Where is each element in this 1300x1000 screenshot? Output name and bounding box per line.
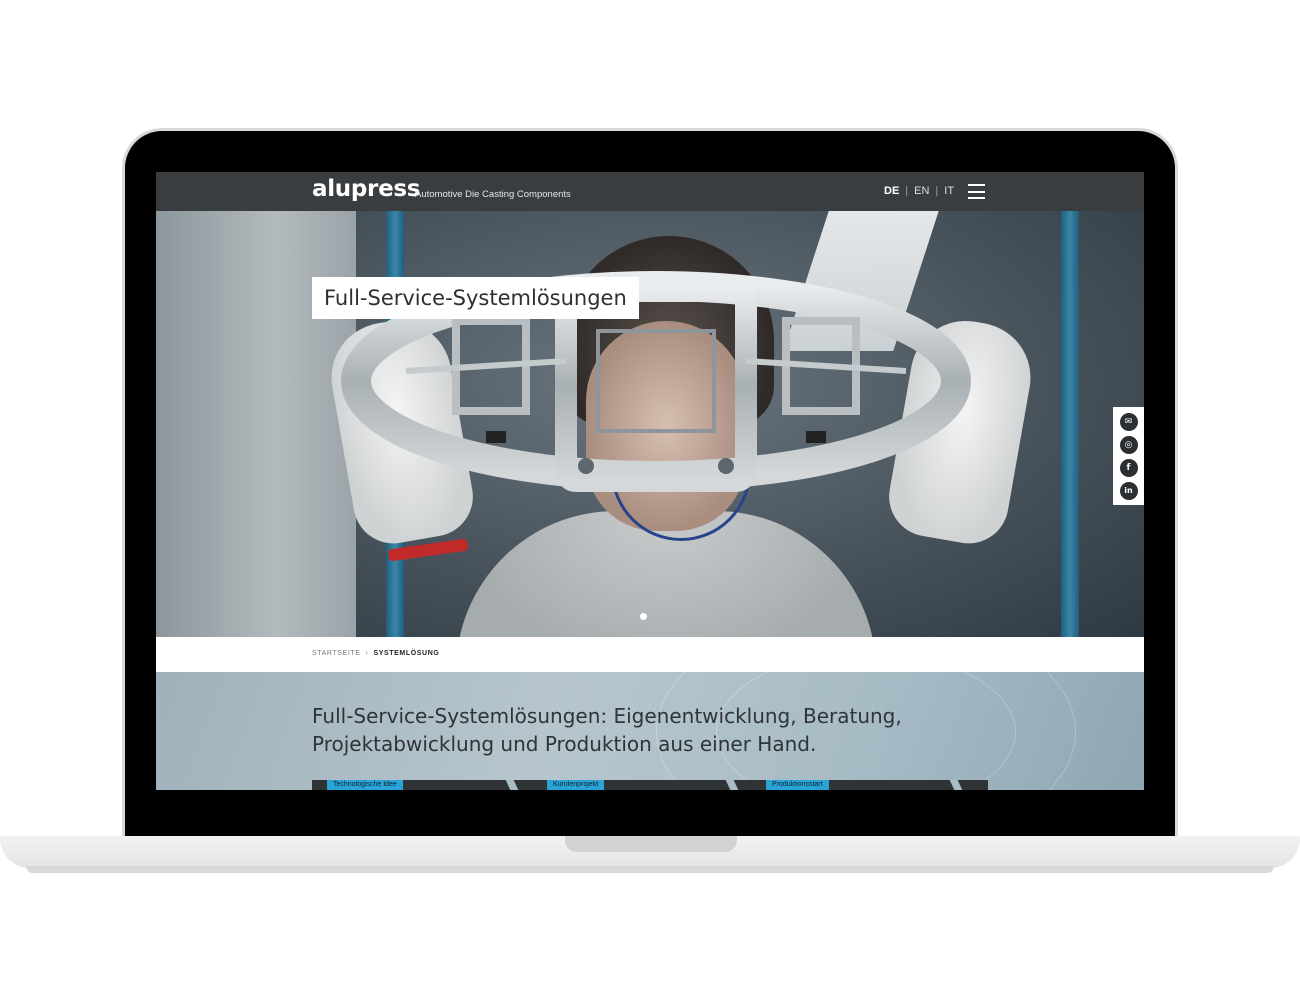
- laptop-screen: alupress Automotive Die Casting Componen…: [156, 172, 1144, 790]
- language-de[interactable]: DE: [884, 185, 899, 197]
- language-switcher: DE | EN | IT: [884, 185, 954, 197]
- breadcrumb-bar: STARTSEITE › SYSTEMLÖSUNG: [156, 637, 1144, 672]
- timeline-step-customer-project: Kundenprojekt: [547, 780, 605, 790]
- timeline-divider: [725, 780, 739, 790]
- language-separator: |: [905, 185, 909, 197]
- timeline-step-production-start: Produktionsstart: [766, 780, 829, 790]
- intro-section: Full-Service-Systemlösungen: Eigenentwic…: [156, 672, 1144, 790]
- language-it[interactable]: IT: [944, 185, 954, 197]
- breadcrumb-separator-icon: ›: [365, 650, 369, 657]
- mail-icon[interactable]: ✉: [1119, 412, 1138, 431]
- logo[interactable]: alupress: [312, 176, 420, 202]
- intro-heading: Full-Service-Systemlösungen: Eigenentwic…: [312, 704, 902, 756]
- social-sidebar: ✉ ◎ f in: [1113, 407, 1144, 505]
- linkedin-icon[interactable]: in: [1119, 481, 1138, 500]
- instagram-icon[interactable]: ◎: [1119, 435, 1138, 454]
- logo-tagline: Automotive Die Casting Components: [415, 189, 571, 200]
- hero-background-pillar: [1061, 211, 1079, 637]
- timeline-step-idea: Technologische Idee: [327, 780, 403, 790]
- hero-background-wall: [156, 211, 356, 637]
- laptop-notch: [565, 836, 737, 852]
- hamburger-icon[interactable]: [968, 184, 985, 199]
- breadcrumb-home[interactable]: STARTSEITE: [312, 650, 361, 657]
- language-separator: |: [935, 185, 939, 197]
- hero-title: Full-Service-Systemlösungen: [312, 277, 639, 319]
- breadcrumb: STARTSEITE › SYSTEMLÖSUNG: [312, 650, 439, 657]
- timeline-divider: [505, 780, 519, 790]
- process-timeline: Technologische Idee Kundenprojekt Produk…: [312, 780, 988, 790]
- language-en[interactable]: EN: [914, 185, 929, 197]
- slider-dot-active[interactable]: [640, 613, 647, 620]
- laptop-base-shadow: [26, 866, 1274, 873]
- facebook-icon[interactable]: f: [1119, 458, 1138, 477]
- timeline-divider: [949, 780, 963, 790]
- breadcrumb-current: SYSTEMLÖSUNG: [373, 650, 440, 657]
- site-header: alupress Automotive Die Casting Componen…: [156, 172, 1144, 211]
- hero-banner: Full-Service-Systemlösungen ✉ ◎ f in: [156, 211, 1144, 637]
